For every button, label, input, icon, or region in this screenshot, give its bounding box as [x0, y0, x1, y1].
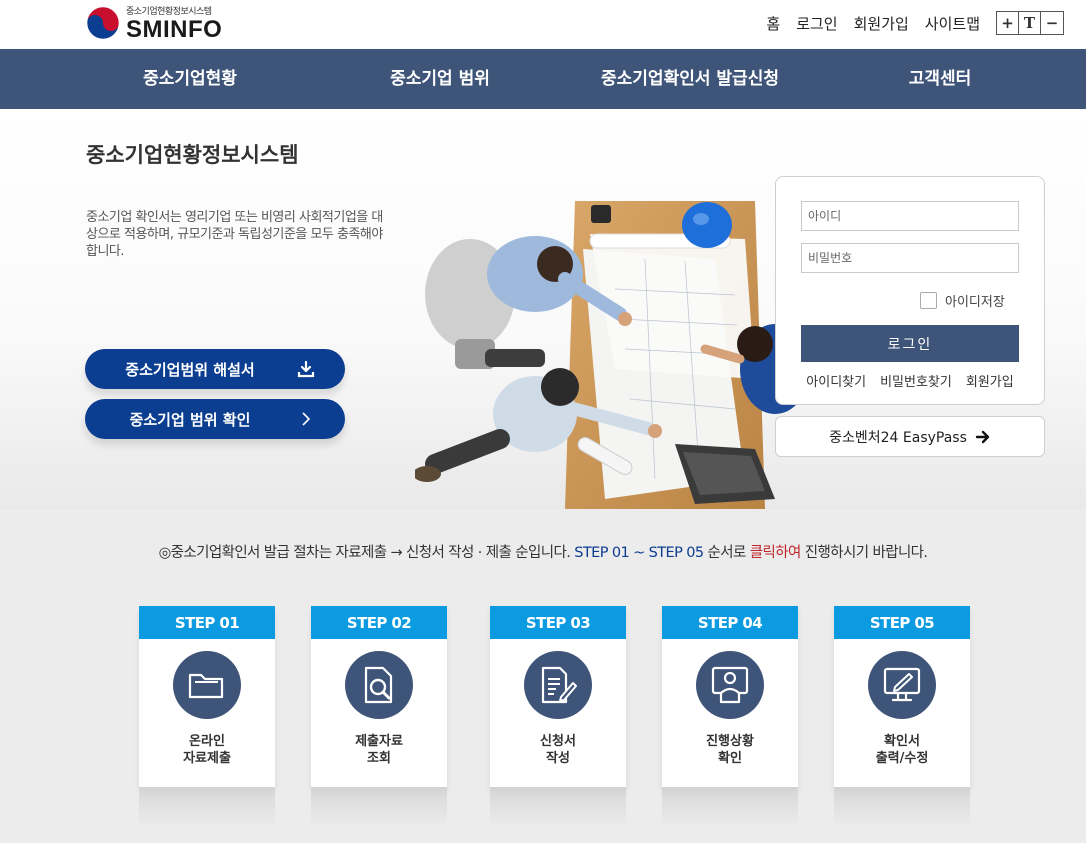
step-label: 신청서 작성 [540, 734, 576, 766]
step-icon-circle [524, 651, 592, 719]
password-input[interactable] [801, 243, 1019, 273]
step-label: 제출자료 조회 [355, 734, 403, 766]
step-header: STEP 05 [834, 606, 970, 639]
meeting-illustration [415, 201, 810, 509]
save-id-checkbox[interactable]: 아이디저장 [920, 291, 1005, 310]
font-reset-button[interactable]: T [1019, 12, 1041, 34]
monitor-user-icon [711, 666, 749, 704]
join-link[interactable]: 회원가입 [854, 13, 909, 34]
save-id-label: 아이디저장 [945, 295, 1005, 310]
monitor-pen-icon [883, 667, 921, 702]
login-button[interactable]: 로그인 [801, 325, 1019, 362]
find-id-link[interactable]: 아이디찾기 [806, 371, 866, 390]
step-header: STEP 03 [490, 606, 626, 639]
nav-item-support[interactable]: 고객센터 [840, 49, 1040, 109]
notice-text-2: 순서로 [707, 545, 747, 561]
step-icon-circle [696, 651, 764, 719]
range-check-label: 중소기업 범위 확인 [129, 410, 251, 429]
notice-steps-highlight: STEP 01 ~ STEP 05 [574, 545, 704, 561]
header: 중소기업현황정보시스템 SMINFO 홈 로그인 회원가입 사이트맵 + T − [0, 0, 1086, 49]
step-label: 온라인 자료제출 [183, 734, 231, 766]
step-card-online-submission[interactable]: STEP 01 온라인 자료제출 [139, 606, 275, 827]
step-header: STEP 02 [311, 606, 447, 639]
nav-item-range[interactable]: 중소기업 범위 [340, 49, 540, 109]
home-link[interactable]: 홈 [766, 13, 780, 34]
procedure-notice: ◎중소기업확인서 발급 절차는 자료제출 → 신청서 작성 · 제출 순입니다.… [0, 541, 1086, 562]
login-panel: 아이디저장 로그인 아이디찾기 비밀번호찾기 회원가입 [775, 176, 1045, 405]
arrow-right-icon [975, 430, 990, 443]
step-card-submitted-data[interactable]: STEP 02 제출자료 조회 [311, 606, 447, 827]
sitemap-link[interactable]: 사이트맵 [925, 13, 980, 34]
step-icon-circle [868, 651, 936, 719]
range-guide-download-button[interactable]: 중소기업범위 해설서 [85, 349, 345, 389]
step-card-progress[interactable]: STEP 04 진행상황 확인 [662, 606, 798, 827]
page-title: 중소기업현황정보시스템 [86, 143, 299, 167]
step-header: STEP 04 [662, 606, 798, 639]
login-links: 아이디찾기 비밀번호찾기 회원가입 [776, 371, 1044, 390]
hero-description: 중소기업 확인서는 영리기업 또는 비영리 사회적기업을 대상으로 적용하며, … [86, 210, 383, 259]
user-id-input[interactable] [801, 201, 1019, 231]
step-icon-circle [173, 651, 241, 719]
notice-text-3: 진행하시기 바랍니다. [804, 545, 928, 561]
find-password-link[interactable]: 비밀번호찾기 [880, 371, 952, 390]
step-label: 진행상황 확인 [706, 734, 754, 766]
document-search-icon [364, 666, 393, 704]
folder-icon [188, 673, 224, 699]
notice-click-highlight: 클릭하여 [749, 545, 802, 561]
signup-link[interactable]: 회원가입 [966, 371, 1014, 390]
taegeuk-logo-icon [86, 6, 120, 40]
site-logo[interactable]: 중소기업현황정보시스템 SMINFO [86, 4, 236, 44]
nav-item-status[interactable]: 중소기업현황 [90, 49, 290, 109]
step-icon-circle [345, 651, 413, 719]
step-card-application[interactable]: STEP 03 신청서 작성 [490, 606, 626, 827]
step-label: 확인서 출력/수정 [875, 734, 929, 766]
download-icon [297, 360, 315, 378]
font-decrease-button[interactable]: − [1041, 12, 1063, 34]
utility-menu: 홈 로그인 회원가입 사이트맵 + T − [750, 11, 1064, 35]
range-guide-label: 중소기업범위 해설서 [125, 360, 255, 379]
chevron-right-icon [302, 412, 311, 426]
font-size-controls: + T − [996, 11, 1064, 35]
document-edit-icon [541, 666, 577, 704]
step-card-print-edit[interactable]: STEP 05 확인서 출력/수정 [834, 606, 970, 827]
step-header: STEP 01 [139, 606, 275, 639]
font-increase-button[interactable]: + [997, 12, 1019, 34]
login-link[interactable]: 로그인 [796, 13, 837, 34]
easypass-label: 중소벤처24 EasyPass [829, 429, 967, 446]
main-nav: 중소기업현황 중소기업 범위 중소기업확인서 발급신청 고객센터 [0, 49, 1086, 109]
checkbox-box [920, 292, 937, 309]
notice-text-1: ◎중소기업확인서 발급 절차는 자료제출 → 신청서 작성 · 제출 순입니다. [158, 545, 571, 561]
range-check-button[interactable]: 중소기업 범위 확인 [85, 399, 345, 439]
logo-text: SMINFO [126, 16, 223, 43]
nav-item-certificate[interactable]: 중소기업확인서 발급신청 [580, 49, 800, 109]
easypass-button[interactable]: 중소벤처24 EasyPass [775, 416, 1045, 457]
